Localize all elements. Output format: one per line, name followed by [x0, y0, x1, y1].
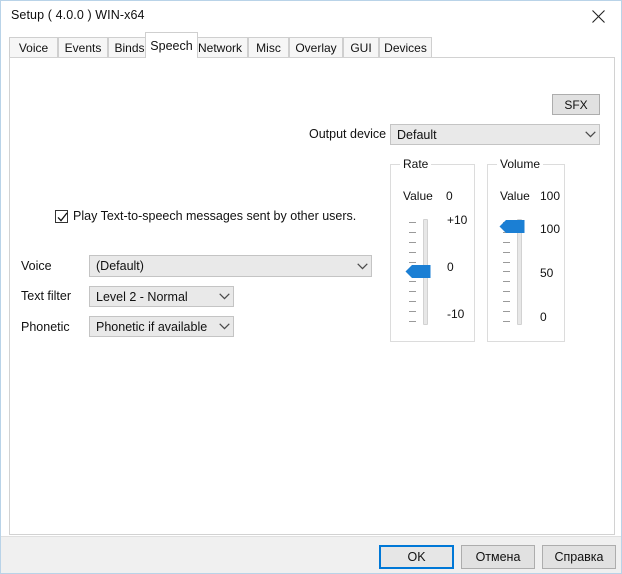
tab-misc-label: Misc — [256, 41, 281, 55]
rate-scale-top: +10 — [447, 213, 468, 227]
tab-strip: Voice Events Binds Speech Network Misc O… — [9, 32, 615, 58]
tab-devices[interactable]: Devices — [379, 37, 432, 58]
window-title: Setup ( 4.0.0 ) WIN-x64 — [11, 8, 145, 22]
voice-value: (Default) — [96, 259, 144, 273]
play-tts-checkbox-label: Play Text-to-speech messages sent by oth… — [73, 209, 357, 223]
output-device-label: Output device — [309, 127, 387, 141]
tab-voice-label: Voice — [18, 41, 49, 55]
rate-slider-thumb[interactable] — [405, 264, 431, 279]
volume-value-label: Value — [500, 189, 530, 203]
tab-voice[interactable]: Voice — [9, 37, 58, 58]
volume-scale-bottom: 0 — [540, 310, 547, 324]
phonetic-select[interactable]: Phonetic if available — [89, 316, 234, 337]
play-tts-checkbox[interactable]: Play Text-to-speech messages sent by oth… — [55, 209, 356, 223]
rate-value-label: Value — [403, 189, 433, 203]
text-filter-label: Text filter — [21, 289, 72, 303]
tab-speech[interactable]: Speech — [145, 32, 198, 58]
chevron-down-icon — [353, 256, 371, 276]
chevron-down-icon — [215, 317, 233, 336]
volume-scale-top: 100 — [540, 222, 561, 236]
rate-value: 0 — [446, 189, 453, 203]
volume-slider-thumb[interactable] — [499, 219, 525, 234]
tab-gui[interactable]: GUI — [343, 37, 379, 58]
tab-misc[interactable]: Misc — [248, 37, 289, 58]
tab-overlay-label: Overlay — [295, 41, 337, 55]
rate-group-title: Rate — [400, 157, 432, 171]
tab-events[interactable]: Events — [58, 37, 108, 58]
tab-events-label: Events — [64, 41, 102, 55]
output-device-value: Default — [397, 127, 437, 142]
tab-network[interactable]: Network — [192, 37, 248, 58]
cancel-button-label: Отмена — [475, 550, 521, 564]
tab-devices-label: Devices — [384, 41, 427, 55]
text-filter-value: Level 2 - Normal — [96, 289, 188, 304]
voice-label: Voice — [21, 259, 52, 273]
checkbox-box — [55, 209, 68, 223]
tab-gui-label: GUI — [350, 41, 372, 55]
chevron-down-icon — [581, 125, 599, 144]
voice-select[interactable]: (Default) — [89, 255, 372, 277]
check-icon — [57, 212, 68, 222]
sfx-button[interactable]: SFX — [552, 94, 600, 115]
sfx-button-label: SFX — [564, 97, 588, 112]
setup-dialog-window: Setup ( 4.0.0 ) WIN-x64 Voice Events Bin… — [0, 0, 622, 574]
phonetic-value: Phonetic if available — [96, 319, 208, 334]
volume-value: 100 — [540, 189, 561, 203]
rate-scale-bottom: -10 — [447, 307, 465, 321]
title-bar: Setup ( 4.0.0 ) WIN-x64 — [1, 1, 621, 32]
rate-slider[interactable] — [401, 219, 447, 325]
cancel-button[interactable]: Отмена — [461, 545, 535, 569]
tab-network-label: Network — [198, 41, 243, 55]
ok-button-label: OK — [407, 550, 426, 564]
close-icon — [592, 9, 605, 23]
phonetic-label: Phonetic — [21, 320, 70, 334]
tab-overlay[interactable]: Overlay — [289, 37, 343, 58]
volume-scale-mid: 50 — [540, 266, 554, 280]
help-button-label: Справка — [554, 550, 604, 564]
volume-slider[interactable] — [495, 219, 541, 325]
volume-slider-ticks — [503, 222, 511, 322]
tab-speech-label: Speech — [150, 38, 193, 53]
volume-slider-track[interactable] — [517, 219, 522, 325]
output-device-select[interactable]: Default — [390, 124, 600, 145]
close-button[interactable] — [576, 1, 621, 31]
rate-scale-mid: 0 — [447, 260, 454, 274]
tab-binds-label: Binds — [114, 41, 145, 55]
chevron-down-icon — [215, 287, 233, 306]
volume-group-title: Volume — [497, 157, 544, 171]
help-button[interactable]: Справка — [542, 545, 616, 569]
ok-button[interactable]: OK — [379, 545, 454, 569]
text-filter-select[interactable]: Level 2 - Normal — [89, 286, 234, 307]
